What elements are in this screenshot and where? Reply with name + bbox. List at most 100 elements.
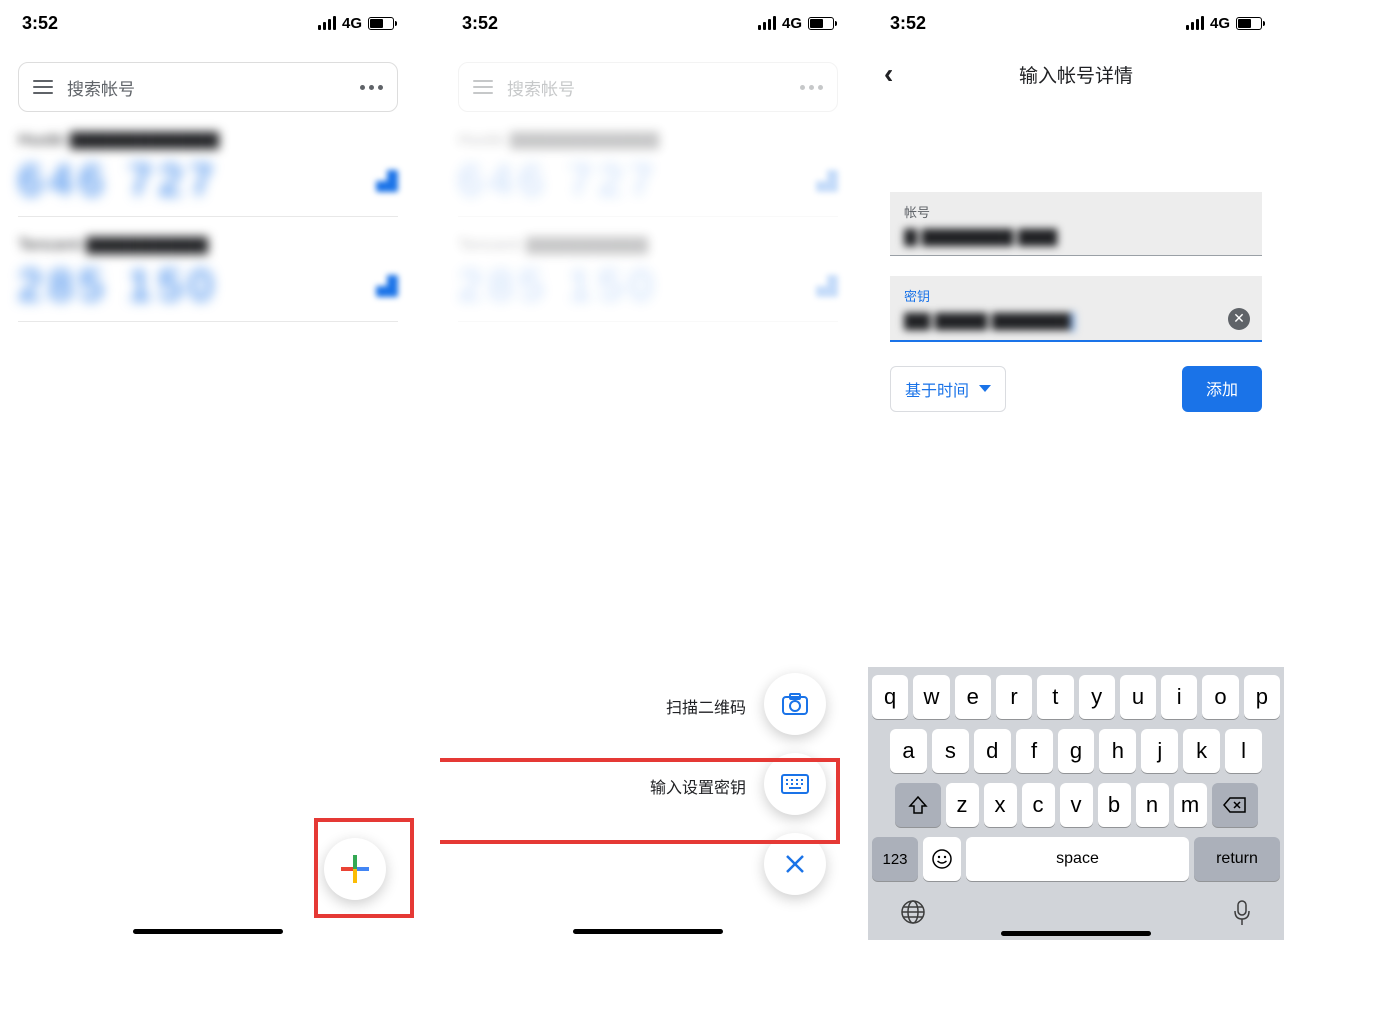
phone-screen-2: 3:52 4G 搜索帐号 Huobi ▇▇▇▇▇▇▇▇▇▇▇ 646 727 T… xyxy=(440,0,856,940)
key-k[interactable]: k xyxy=(1183,729,1220,773)
status-net: 4G xyxy=(342,15,362,32)
key-field[interactable]: 密钥 ▇▇ ▇▇▇▇ ▇▇▇▇▇▇ ✕ xyxy=(890,276,1262,342)
clear-icon[interactable]: ✕ xyxy=(1228,308,1250,330)
key-b[interactable]: b xyxy=(1098,783,1131,827)
key-q[interactable]: q xyxy=(872,675,908,719)
key-d[interactable]: d xyxy=(974,729,1011,773)
keyboard-icon xyxy=(781,774,809,794)
scan-qr-fab[interactable] xyxy=(764,673,826,735)
signal-icon xyxy=(758,16,776,30)
status-time: 3:52 xyxy=(890,13,926,34)
emoji-icon xyxy=(931,848,953,870)
phone-screen-3: 3:52 4G ‹ 输入帐号详情 帐号 ▇ ▇▇▇▇▇▇▇ ▇▇▇ 密钥 ▇▇ … xyxy=(868,0,1284,940)
home-indicator xyxy=(133,929,283,934)
key-h[interactable]: h xyxy=(1099,729,1136,773)
return-key[interactable]: return xyxy=(1194,837,1280,881)
shift-key[interactable] xyxy=(895,783,941,827)
key-z[interactable]: z xyxy=(946,783,979,827)
status-net: 4G xyxy=(782,15,802,32)
emoji-key[interactable] xyxy=(923,837,961,881)
backspace-key[interactable] xyxy=(1212,783,1258,827)
add-fab[interactable] xyxy=(324,838,386,900)
account-row: Tencent ▇▇▇▇▇▇▇▇▇ 285 150 xyxy=(458,235,838,322)
search-bar[interactable]: 搜索帐号 xyxy=(18,62,398,112)
key-field-label: 密钥 xyxy=(904,286,1248,305)
account-name: Tencent ▇▇▇▇▇▇▇▇▇ xyxy=(18,235,398,255)
backspace-icon xyxy=(1223,796,1247,814)
key-p[interactable]: p xyxy=(1244,675,1280,719)
timer-icon xyxy=(376,275,398,297)
key-o[interactable]: o xyxy=(1202,675,1238,719)
plus-icon xyxy=(341,855,369,883)
page-title: 输入帐号详情 xyxy=(920,61,1268,88)
key-field-value: ▇▇ ▇▇▇▇ ▇▇▇▇▇▇ xyxy=(904,311,1248,332)
timer-icon xyxy=(376,170,398,192)
search-bar: 搜索帐号 xyxy=(458,62,838,112)
chevron-down-icon xyxy=(979,385,991,392)
header: ‹ 输入帐号详情 xyxy=(868,46,1284,102)
status-bar: 3:52 4G xyxy=(440,0,856,46)
key-x[interactable]: x xyxy=(984,783,1017,827)
mic-icon xyxy=(1232,899,1252,927)
key-v[interactable]: v xyxy=(1060,783,1093,827)
more-icon xyxy=(800,85,823,90)
globe-icon xyxy=(900,899,926,925)
key-r[interactable]: r xyxy=(996,675,1032,719)
status-bar: 3:52 4G xyxy=(868,0,1284,46)
signal-icon xyxy=(1186,16,1204,30)
search-placeholder: 搜索帐号 xyxy=(507,75,786,100)
key-a[interactable]: a xyxy=(890,729,927,773)
status-time: 3:52 xyxy=(462,13,498,34)
enter-key-label: 输入设置密钥 xyxy=(650,774,746,798)
key-w[interactable]: w xyxy=(913,675,949,719)
account-row[interactable]: Tencent ▇▇▇▇▇▇▇▇▇ 285 150 xyxy=(18,235,398,322)
key-m[interactable]: m xyxy=(1174,783,1207,827)
scan-qr-label: 扫描二维码 xyxy=(666,694,746,718)
status-net: 4G xyxy=(1210,15,1230,32)
key-e[interactable]: e xyxy=(955,675,991,719)
menu-icon[interactable] xyxy=(33,80,53,94)
account-field-label: 帐号 xyxy=(904,202,1248,221)
close-fab[interactable] xyxy=(764,833,826,895)
battery-icon xyxy=(1236,17,1262,30)
space-key[interactable]: space xyxy=(966,837,1189,881)
key-i[interactable]: i xyxy=(1161,675,1197,719)
signal-icon xyxy=(318,16,336,30)
status-bar: 3:52 4G xyxy=(0,0,416,46)
numbers-key[interactable]: 123 xyxy=(872,837,918,881)
camera-icon xyxy=(782,693,808,715)
key-y[interactable]: y xyxy=(1079,675,1115,719)
home-indicator xyxy=(1001,931,1151,936)
key-t[interactable]: t xyxy=(1037,675,1073,719)
account-row[interactable]: Huobi ▇▇▇▇▇▇▇▇▇▇▇ 646 727 xyxy=(18,130,398,217)
key-g[interactable]: g xyxy=(1058,729,1095,773)
key-n[interactable]: n xyxy=(1136,783,1169,827)
status-time: 3:52 xyxy=(22,13,58,34)
account-field[interactable]: 帐号 ▇ ▇▇▇▇▇▇▇ ▇▇▇ xyxy=(890,192,1262,256)
key-f[interactable]: f xyxy=(1016,729,1053,773)
account-code: 646 727 xyxy=(18,156,219,206)
phone-screen-1: 3:52 4G 搜索帐号 Huobi ▇▇▇▇▇▇▇▇▇▇▇ 646 727 T… xyxy=(0,0,416,940)
key-c[interactable]: c xyxy=(1022,783,1055,827)
battery-icon xyxy=(808,17,834,30)
account-code: 285 150 xyxy=(18,261,219,311)
enter-key-fab[interactable] xyxy=(764,753,826,815)
key-j[interactable]: j xyxy=(1141,729,1178,773)
account-field-value: ▇ ▇▇▇▇▇▇▇ ▇▇▇ xyxy=(904,227,1248,247)
globe-key[interactable] xyxy=(900,899,926,934)
type-dropdown[interactable]: 基于时间 xyxy=(890,366,1006,412)
account-row: Huobi ▇▇▇▇▇▇▇▇▇▇▇ 646 727 xyxy=(458,130,838,217)
keyboard: qwertyuiop asdfghjkl zxcvbnm 123 space r… xyxy=(868,667,1284,940)
close-icon xyxy=(784,853,806,875)
search-placeholder: 搜索帐号 xyxy=(67,75,346,100)
key-l[interactable]: l xyxy=(1225,729,1262,773)
dropdown-label: 基于时间 xyxy=(905,377,969,401)
battery-icon xyxy=(368,17,394,30)
more-icon[interactable] xyxy=(360,85,383,90)
menu-icon xyxy=(473,80,493,94)
mic-key[interactable] xyxy=(1232,899,1252,934)
back-button[interactable]: ‹ xyxy=(884,58,920,90)
key-u[interactable]: u xyxy=(1120,675,1156,719)
key-s[interactable]: s xyxy=(932,729,969,773)
add-button[interactable]: 添加 xyxy=(1182,366,1262,412)
